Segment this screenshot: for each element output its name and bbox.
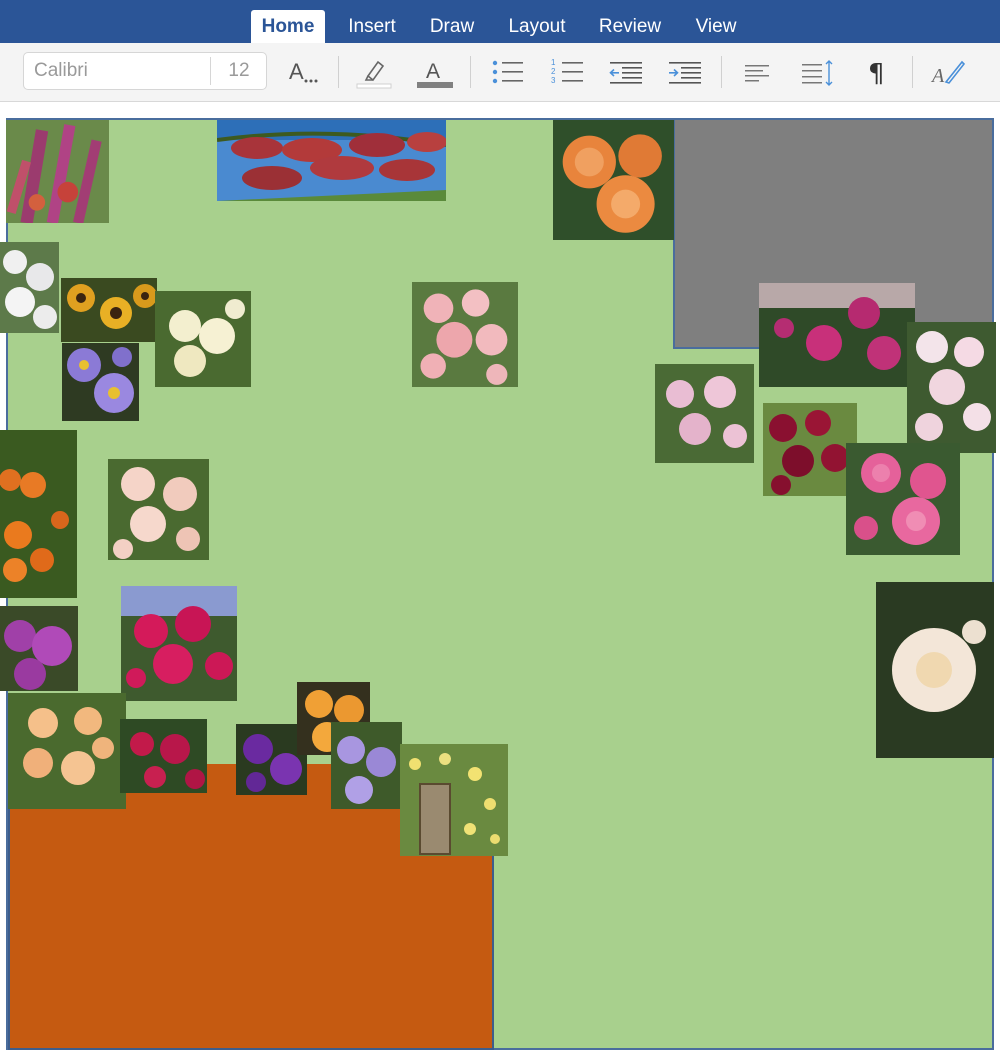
- bullet-list-icon[interactable]: [490, 54, 526, 90]
- svg-text:3: 3: [551, 76, 556, 85]
- photo-apricot-rose[interactable]: [8, 693, 126, 809]
- svg-text:A: A: [930, 65, 945, 87]
- increase-indent-icon[interactable]: [667, 54, 703, 90]
- photo-buddleia[interactable]: [6, 120, 109, 223]
- decrease-indent-icon[interactable]: [608, 54, 644, 90]
- tab-draw[interactable]: Draw: [422, 10, 482, 43]
- styles-icon[interactable]: A: [930, 54, 966, 90]
- photo-pink-rose-cluster[interactable]: [412, 282, 518, 387]
- svg-text:A: A: [426, 60, 440, 83]
- photo-crab-apples[interactable]: [0, 430, 77, 598]
- svg-text:A: A: [289, 59, 304, 84]
- photo-crimson-rose[interactable]: [763, 403, 857, 496]
- ribbon-divider: [721, 56, 722, 88]
- ribbon-toolbar: Calibri 12 A A 1 2 3 ¶ A: [0, 43, 1000, 102]
- svg-text:2: 2: [551, 67, 556, 76]
- tab-insert[interactable]: Insert: [340, 10, 404, 43]
- photo-mauve-rose[interactable]: [655, 364, 754, 463]
- font-size-field[interactable]: 12: [211, 53, 267, 89]
- highlighter-icon[interactable]: [356, 54, 392, 90]
- photo-white-blossom[interactable]: [0, 242, 59, 333]
- tab-view[interactable]: View: [688, 10, 744, 43]
- photo-white-pink-rose[interactable]: [907, 322, 996, 453]
- photo-peach-rose[interactable]: [108, 459, 209, 560]
- tab-home[interactable]: Home: [251, 10, 325, 43]
- font-picker[interactable]: Calibri 12: [23, 52, 267, 90]
- ribbon-tab-bar: Home Insert Draw Layout Review View: [0, 0, 1000, 43]
- paragraph-mark-icon[interactable]: ¶: [860, 54, 896, 90]
- photo-purple-aster[interactable]: [62, 343, 139, 421]
- ribbon-divider: [470, 56, 471, 88]
- ribbon-divider: [338, 56, 339, 88]
- font-color-icon[interactable]: A: [417, 54, 453, 90]
- svg-text:¶: ¶: [868, 59, 885, 89]
- photo-orange-rose[interactable]: [553, 120, 674, 240]
- photo-cream-rose[interactable]: [155, 291, 251, 387]
- photo-cerise-rose[interactable]: [121, 586, 237, 701]
- photo-apples[interactable]: [217, 120, 446, 201]
- photo-purple-flower[interactable]: [0, 606, 78, 691]
- tab-layout[interactable]: Layout: [502, 10, 572, 43]
- text-effects-icon[interactable]: A: [284, 54, 320, 90]
- font-name-field[interactable]: Calibri: [34, 53, 88, 89]
- photo-pink-rose[interactable]: [846, 443, 960, 555]
- photo-magenta-rose[interactable]: [759, 283, 915, 387]
- ribbon-divider: [912, 56, 913, 88]
- tab-review[interactable]: Review: [592, 10, 668, 43]
- photo-rudbeckia[interactable]: [61, 278, 157, 342]
- align-left-icon[interactable]: [740, 54, 776, 90]
- svg-text:1: 1: [551, 58, 556, 67]
- line-spacing-icon[interactable]: [800, 54, 836, 90]
- photo-climbing-rose-gate[interactable]: [400, 744, 508, 856]
- photo-lilac-clematis[interactable]: [331, 722, 402, 809]
- numbered-list-icon[interactable]: 1 2 3: [550, 54, 586, 90]
- photo-white-rose[interactable]: [876, 582, 994, 758]
- photo-red-clematis[interactable]: [120, 719, 207, 793]
